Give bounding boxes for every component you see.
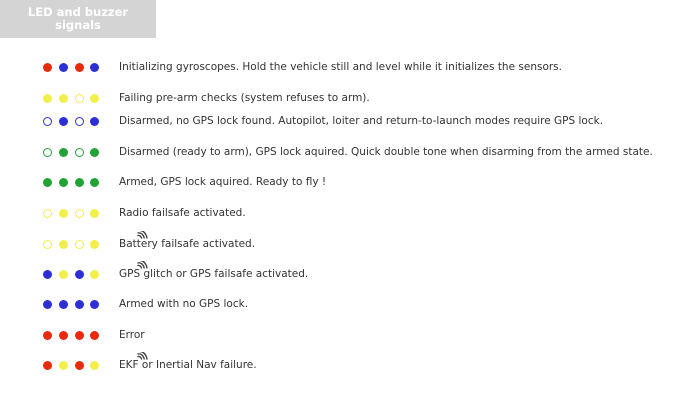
led-green-hollow [43, 148, 52, 157]
led-yellow-solid [90, 361, 99, 370]
led-yellow-solid [90, 209, 99, 218]
led-yellow-solid [90, 270, 99, 279]
led-green-solid [75, 178, 84, 187]
led-blue-solid [90, 300, 99, 309]
led-red-solid [75, 361, 84, 370]
led-yellow-hollow [43, 240, 52, 249]
led-yellow-hollow [43, 209, 52, 218]
led-pattern [43, 111, 105, 131]
signal-row: EKF or Inertial Nav failure. [0, 352, 700, 375]
led-yellow-solid [43, 94, 52, 103]
led-yellow-solid [90, 240, 99, 249]
led-pattern [43, 261, 148, 284]
signal-row: Error [0, 325, 700, 345]
signal-description: EKF or Inertial Nav failure. [119, 359, 257, 371]
led-green-solid [59, 148, 68, 157]
signal-description: Battery failsafe activated. [119, 238, 256, 250]
signal-row: Armed, GPS lock aquired. Ready to fly ! [0, 172, 700, 192]
led-pattern [43, 325, 105, 345]
signal-row: Disarmed, no GPS lock found. Autopilot, … [0, 111, 700, 131]
led-blue-solid [59, 63, 68, 72]
signal-row: Armed with no GPS lock. [0, 294, 700, 314]
led-green-solid [90, 178, 99, 187]
signal-row: Initializing gyroscopes. Hold the vehicl… [0, 57, 700, 77]
signal-row: Failing pre-arm checks (system refuses t… [0, 88, 700, 108]
led-green-solid [43, 178, 52, 187]
led-pattern [43, 294, 105, 314]
led-red-solid [90, 331, 99, 340]
led-yellow-solid [59, 209, 68, 218]
led-pattern [43, 231, 148, 254]
led-blue-hollow [43, 117, 52, 126]
led-red-solid [75, 331, 84, 340]
led-blue-solid [59, 117, 68, 126]
led-blue-solid [59, 300, 68, 309]
led-red-solid [43, 361, 52, 370]
led-blue-solid [75, 300, 84, 309]
led-yellow-hollow [75, 209, 84, 218]
signal-row: GPS glitch or GPS failsafe activated. [0, 261, 700, 284]
led-red-solid [59, 331, 68, 340]
title-line-2: signals [55, 18, 101, 32]
led-yellow-solid [59, 94, 68, 103]
led-pattern [43, 203, 105, 223]
signal-row: Battery failsafe activated. [0, 231, 700, 254]
led-yellow-solid [59, 270, 68, 279]
led-pattern [43, 88, 105, 108]
led-yellow-solid [59, 361, 68, 370]
signal-description: Disarmed (ready to arm), GPS lock aquire… [119, 146, 653, 158]
led-pattern [43, 172, 105, 192]
signal-description: GPS glitch or GPS failsafe activated. [119, 268, 309, 280]
led-red-solid [43, 63, 52, 72]
led-blue-hollow [75, 117, 84, 126]
signal-description: Failing pre-arm checks (system refuses t… [119, 92, 370, 104]
signal-row: Disarmed (ready to arm), GPS lock aquire… [0, 142, 700, 162]
led-red-solid [75, 63, 84, 72]
led-red-solid [43, 331, 52, 340]
led-green-hollow [75, 148, 84, 157]
led-pattern [43, 57, 105, 77]
led-blue-solid [43, 270, 52, 279]
signal-description: Initializing gyroscopes. Hold the vehicl… [119, 61, 562, 73]
led-yellow-hollow [75, 94, 84, 103]
led-pattern [43, 352, 148, 375]
led-blue-solid [75, 270, 84, 279]
led-yellow-solid [90, 94, 99, 103]
led-green-solid [90, 148, 99, 157]
led-blue-solid [90, 117, 99, 126]
signal-description: Error [119, 329, 145, 341]
signal-description: Disarmed, no GPS lock found. Autopilot, … [119, 115, 604, 127]
led-blue-solid [43, 300, 52, 309]
signal-row: Radio failsafe activated. [0, 203, 700, 223]
led-pattern [43, 142, 105, 162]
led-blue-solid [90, 63, 99, 72]
led-yellow-hollow [75, 240, 84, 249]
signal-description: Radio failsafe activated. [119, 207, 246, 219]
title-box: LED and buzzer signals [0, 0, 156, 38]
signal-description: Armed with no GPS lock. [119, 298, 249, 310]
led-yellow-solid [59, 240, 68, 249]
led-green-solid [59, 178, 68, 187]
signal-description: Armed, GPS lock aquired. Ready to fly ! [119, 176, 327, 188]
